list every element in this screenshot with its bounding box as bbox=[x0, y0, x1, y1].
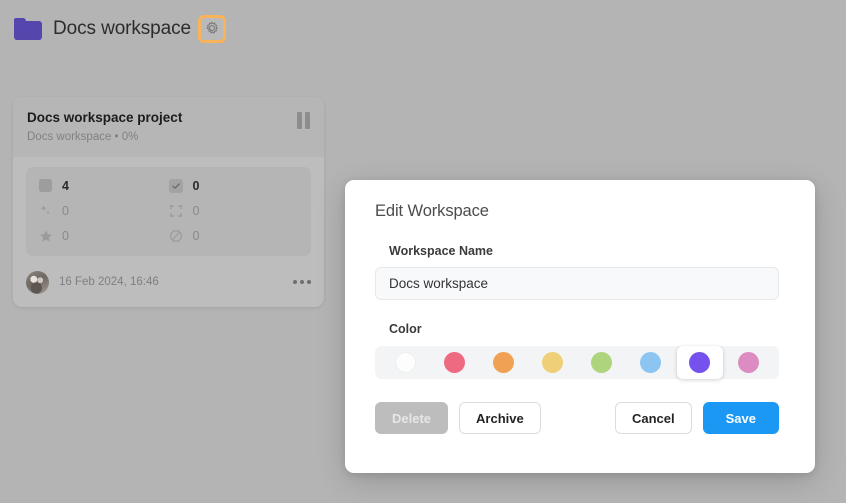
color-swatch-red[interactable] bbox=[432, 346, 478, 379]
archive-button[interactable]: Archive bbox=[459, 402, 541, 434]
project-subtitle: Docs workspace • 0% bbox=[27, 131, 182, 145]
color-swatch-orange[interactable] bbox=[481, 346, 527, 379]
stat-blocked-value: 0 bbox=[193, 229, 200, 243]
project-card[interactable]: Docs workspace project Docs workspace • … bbox=[13, 97, 324, 307]
stat-done: 0 bbox=[169, 177, 300, 195]
gear-icon[interactable] bbox=[198, 15, 226, 43]
swatch-dot-orange bbox=[493, 352, 514, 373]
project-stats: 4 0 bbox=[26, 167, 311, 256]
avatar bbox=[26, 271, 49, 294]
stat-star: 0 bbox=[38, 227, 169, 245]
color-swatch-pink[interactable] bbox=[726, 346, 772, 379]
swatch-dot-green bbox=[591, 352, 612, 373]
dialog-title: Edit Workspace bbox=[375, 202, 785, 221]
swatch-dot-white bbox=[395, 352, 416, 373]
swatch-dot-yellow bbox=[542, 352, 563, 373]
stat-done-value: 0 bbox=[193, 179, 200, 193]
swatch-dot-pink bbox=[738, 352, 759, 373]
project-title: Docs workspace project bbox=[27, 110, 182, 127]
stat-square: 4 bbox=[38, 177, 169, 195]
page-title: Docs workspace bbox=[53, 18, 191, 40]
project-card-footer: 16 Feb 2024, 16:46 bbox=[13, 267, 324, 307]
cancel-button[interactable]: Cancel bbox=[615, 402, 692, 434]
more-options-icon[interactable] bbox=[293, 276, 311, 288]
project-card-body: 4 0 bbox=[13, 157, 324, 267]
color-swatch-blue[interactable] bbox=[628, 346, 674, 379]
stat-blocked: 0 bbox=[169, 227, 300, 245]
dialog-actions: Delete Archive Cancel Save bbox=[375, 402, 779, 434]
color-swatch-white[interactable] bbox=[383, 346, 429, 379]
color-swatch-bar bbox=[375, 346, 779, 379]
stat-star-value: 0 bbox=[62, 229, 69, 243]
sparkles-icon bbox=[38, 203, 53, 218]
swatch-dot-red bbox=[444, 352, 465, 373]
delete-button[interactable]: Delete bbox=[375, 402, 448, 434]
square-icon bbox=[38, 178, 53, 193]
color-label: Color bbox=[389, 322, 785, 336]
swatch-dot-purple bbox=[689, 352, 710, 373]
folder-icon bbox=[14, 18, 42, 40]
color-swatch-yellow[interactable] bbox=[530, 346, 576, 379]
star-icon bbox=[38, 228, 53, 243]
workspace-header: Docs workspace bbox=[14, 12, 226, 46]
swatch-dot-blue bbox=[640, 352, 661, 373]
stat-frame: 0 bbox=[169, 202, 300, 220]
stat-sparkles-value: 0 bbox=[62, 204, 69, 218]
save-button[interactable]: Save bbox=[703, 402, 779, 434]
project-date: 16 Feb 2024, 16:46 bbox=[59, 276, 159, 288]
stat-square-value: 4 bbox=[62, 179, 69, 193]
pause-icon[interactable] bbox=[297, 112, 310, 129]
project-card-header: Docs workspace project Docs workspace • … bbox=[13, 97, 324, 157]
stat-frame-value: 0 bbox=[193, 204, 200, 218]
checkbox-checked-icon bbox=[169, 178, 184, 193]
workspace-name-label: Workspace Name bbox=[389, 244, 785, 258]
color-swatch-purple[interactable] bbox=[677, 346, 723, 379]
color-swatch-green[interactable] bbox=[579, 346, 625, 379]
frame-corners-icon bbox=[169, 203, 184, 218]
edit-workspace-dialog: Edit Workspace Workspace Name Color Dele… bbox=[345, 180, 815, 473]
workspace-name-input[interactable] bbox=[375, 267, 779, 300]
stat-sparkles: 0 bbox=[38, 202, 169, 220]
blocked-circle-icon bbox=[169, 228, 184, 243]
